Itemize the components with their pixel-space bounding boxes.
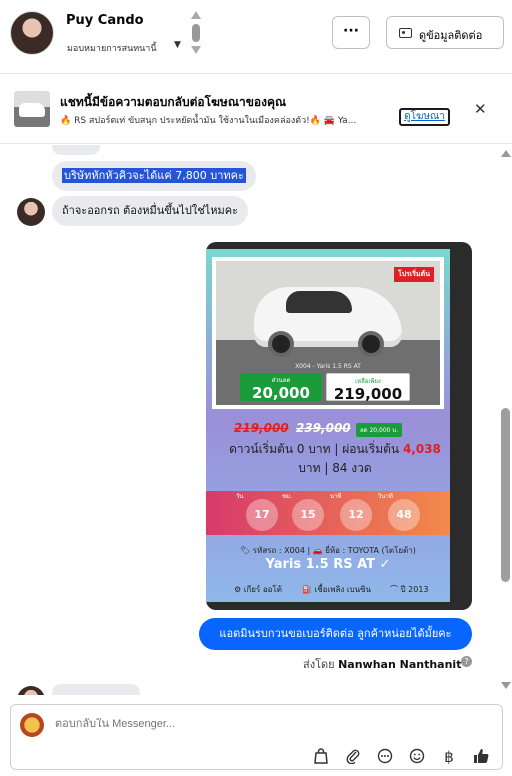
countdown-hours: 15 xyxy=(292,499,324,531)
emoji-icon[interactable] xyxy=(407,748,427,768)
bag-icon[interactable] xyxy=(311,748,331,768)
message-bubble[interactable]: ถ้าจะออกรถ ต้องหมื่นขึ้นไปใช่ไหมคะ xyxy=(52,196,248,226)
reply-composer: ฿ xyxy=(10,704,503,770)
chevron-down-icon[interactable]: ▼ xyxy=(174,40,181,50)
message-text: บริษัทหักหัวคิวจะได้แค่ 7,800 บาทคะ xyxy=(62,168,246,183)
countdown-label: วัน xyxy=(236,493,244,500)
baht-icon[interactable]: ฿ xyxy=(439,748,459,766)
countdown-timer: วัน 17 ชม. 15 นาที 12 วินาที 48 xyxy=(206,491,450,535)
view-contact-info-button[interactable]: ดูข้อมูลติดต่อ xyxy=(386,16,504,49)
reply-input[interactable] xyxy=(55,718,455,730)
sent-by-prefix: ส่งโดย xyxy=(303,658,339,671)
header-stepper[interactable] xyxy=(191,11,201,57)
car-image: โปรเริ่มต้น X004 - Yaris 1.5 RS AT ส่วนล… xyxy=(216,261,440,405)
conversation-header: Puy Cando มอบหมายการสนทนานี้ ▼ ··· ดูข้อ… xyxy=(0,0,512,74)
car-window xyxy=(286,291,352,313)
spec-year: ⌒ ปี 2013 xyxy=(390,585,429,594)
model-caption: X004 - Yaris 1.5 RS AT xyxy=(295,363,361,370)
paperclip-icon[interactable] xyxy=(343,748,363,768)
thumbs-up-icon[interactable] xyxy=(471,748,491,768)
conversation-window: Puy Cando มอบหมายการสนทนานี้ ▼ ··· ดูข้อ… xyxy=(0,0,512,776)
discount-value: 20,000 xyxy=(252,384,310,402)
ad-banner-title: แชทนี้มีข้อความตอบกลับต่อโฆษณาของคุณ xyxy=(60,95,287,109)
sent-by-label: ส่งโดย Nanwhan Nanthanit xyxy=(303,655,461,673)
stepper-bar xyxy=(192,24,200,42)
message-bubble[interactable]: บริษัทหักหัวคิวจะได้แค่ 7,800 บาทคะ xyxy=(52,161,256,191)
countdown-minutes: 12 xyxy=(340,499,372,531)
outgoing-message-bubble[interactable]: แอดมินรบกวนขอเบอร์ติดต่อ ลูกค้าหน่อยได้ม… xyxy=(199,618,472,650)
message-text: ถ้าจะออกรถ ต้องหมื่นขึ้นไปใช่ไหมคะ xyxy=(62,204,238,217)
discount-badge: ลด 20,000 บ. xyxy=(356,423,403,437)
remaining-price-box: เหลือเพียง 219,000 xyxy=(326,373,410,403)
assign-conversation-label[interactable]: มอบหมายการสนทนานี้ xyxy=(67,41,157,55)
contact-avatar-small xyxy=(17,686,45,695)
message-bubble-partial xyxy=(52,684,140,695)
sender-name: Nanwhan Nanthanit xyxy=(338,658,462,671)
terms-suffix: บาท | 84 งวด xyxy=(298,461,372,475)
spec-gear: ⚙ เกียร์ ออโต้ xyxy=(234,585,282,594)
promo-tag: โปรเริ่มต้น xyxy=(393,267,434,282)
close-icon[interactable]: ✕ xyxy=(474,100,487,118)
info-icon[interactable]: ? xyxy=(461,656,472,667)
discount-box: ส่วนลด 20,000 xyxy=(240,373,322,401)
ad-banner-subtitle: 🔥 RS สปอร์ตเท่ ขับสนุก ประหยัดน้ำมัน ใช้… xyxy=(60,116,357,126)
car-model-name: Yaris 1.5 RS AT ✓ xyxy=(265,557,391,572)
ad-thumbnail xyxy=(14,91,50,127)
financing-terms: ดาวน์เริ่มต้น 0 บาท | ผ่อนเริ่มต้น 4,038… xyxy=(220,440,450,478)
terms-prefix: ดาวน์เริ่มต้น 0 บาท | ผ่อนเริ่มต้น xyxy=(229,442,403,456)
ad-reply-banner: แชทนี้มีข้อความตอบกลับต่อโฆษณาของคุณ 🔥 R… xyxy=(0,74,512,144)
car-wheel xyxy=(268,331,294,357)
more-options-button[interactable]: ··· xyxy=(332,16,370,49)
countdown-label: วินาที xyxy=(378,493,393,500)
contact-card-icon xyxy=(399,28,412,38)
message-bubble-partial xyxy=(52,145,100,155)
view-contact-info-label: ดูข้อมูลติดต่อ xyxy=(419,29,483,42)
caret-up-icon[interactable] xyxy=(191,11,201,19)
countdown-label: นาที xyxy=(330,493,342,500)
car-details: 🏷 รหัสรถ : X004 | 🚗 ยี่ห้อ : TOYOTA (โตโ… xyxy=(240,546,416,555)
page-avatar xyxy=(20,713,44,737)
old-price: 219,000 xyxy=(234,421,289,435)
view-ad-link[interactable]: ดูโฆษณา xyxy=(399,108,450,126)
remaining-value: 219,000 xyxy=(333,385,403,403)
original-price: 239,000 xyxy=(296,421,351,435)
countdown-days: 17 xyxy=(246,499,278,531)
ad-card[interactable]: โปรเริ่มต้น X004 - Yaris 1.5 RS AT ส่วนล… xyxy=(206,242,472,610)
countdown-label: ชม. xyxy=(282,493,292,500)
scrollbar-thumb[interactable] xyxy=(501,408,510,582)
installment-amount: 4,038 xyxy=(402,442,441,456)
spec-fuel: ⛽ เชื้อเพลิง เบนซิน xyxy=(302,585,372,594)
car-wheel xyxy=(358,331,384,357)
contact-avatar-small xyxy=(17,198,45,226)
countdown-seconds: 48 xyxy=(388,499,420,531)
scroll-up-arrow[interactable] xyxy=(501,150,511,157)
contact-avatar[interactable] xyxy=(10,11,54,55)
ad-card-content: โปรเริ่มต้น X004 - Yaris 1.5 RS AT ส่วนล… xyxy=(206,249,450,602)
caret-down-icon[interactable] xyxy=(191,46,201,54)
contact-name[interactable]: Puy Cando xyxy=(66,13,144,28)
chat-bubble-icon[interactable] xyxy=(375,748,395,768)
car-photo: โปรเริ่มต้น X004 - Yaris 1.5 RS AT ส่วนล… xyxy=(212,257,444,409)
message-thread: บริษัทหักหัวคิวจะได้แค่ 7,800 บาทคะ ถ้าจ… xyxy=(0,145,498,695)
scroll-down-arrow[interactable] xyxy=(501,682,511,689)
